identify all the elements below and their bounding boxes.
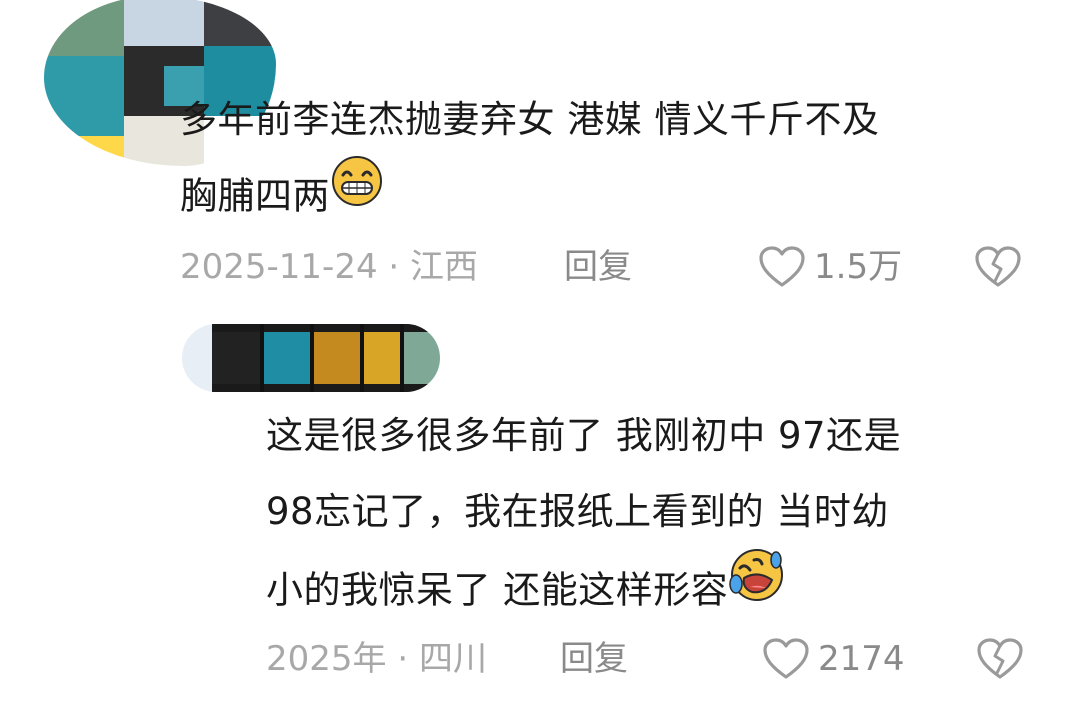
dislike-button[interactable] bbox=[974, 242, 1024, 292]
comment-text: 多年前李连杰抛妻弃女 港媒 情义千斤不及 胸脯四两 bbox=[180, 82, 880, 234]
comment-line-with-emoji: 胸脯四两 bbox=[180, 156, 880, 234]
dislike-button[interactable] bbox=[976, 634, 1026, 684]
reply-line-with-emoji: 小的我惊呆了 还能这样形容 bbox=[266, 549, 901, 626]
heart-outline-icon bbox=[763, 638, 809, 679]
reply-text: 这是很多很多年前了 我刚初中 97还是 98忘记了，我在报纸上看到的 当时幼 小… bbox=[266, 398, 901, 626]
reply-button[interactable]: 回复 bbox=[564, 242, 632, 292]
rolling-laughing-emoji-icon bbox=[728, 546, 786, 630]
reply-line: 小的我惊呆了 还能这样形容 bbox=[266, 568, 729, 612]
like-button[interactable]: 2174 bbox=[762, 634, 922, 684]
broken-heart-icon bbox=[977, 638, 1023, 679]
reply-date-location: 2025年 · 四川 bbox=[266, 639, 487, 679]
comment-meta-row: 2025-11-24 · 江西 回复 1.5万 bbox=[180, 242, 1040, 292]
like-count: 2174 bbox=[818, 639, 905, 679]
like-button[interactable]: 1.5万 bbox=[758, 242, 918, 292]
comment-line: 多年前李连杰抛妻弃女 港媒 情义千斤不及 bbox=[180, 98, 880, 141]
grinning-face-emoji-icon bbox=[330, 154, 384, 234]
comment-line: 胸脯四两 bbox=[180, 174, 330, 218]
like-count: 1.5万 bbox=[814, 247, 903, 287]
reply-button[interactable]: 回复 bbox=[560, 634, 628, 684]
reply-line: 这是很多很多年前了 我刚初中 97还是 bbox=[266, 414, 902, 457]
reply-line: 98忘记了，我在报纸上看到的 当时幼 bbox=[266, 490, 889, 533]
broken-heart-icon bbox=[975, 246, 1021, 287]
comment-date-location: 2025-11-24 · 江西 bbox=[180, 247, 479, 287]
heart-outline-icon bbox=[759, 246, 805, 287]
reply-meta-row: 2025年 · 四川 回复 2174 bbox=[266, 634, 1046, 684]
reply-commenter-avatar[interactable] bbox=[182, 324, 440, 392]
